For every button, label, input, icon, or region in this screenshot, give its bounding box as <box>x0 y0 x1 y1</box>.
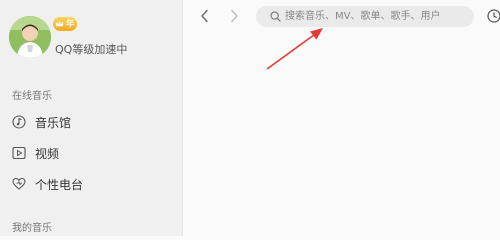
sidebar-item-video[interactable]: 视频 <box>12 143 59 163</box>
clock-icon[interactable] <box>486 8 500 24</box>
chevron-right-icon[interactable] <box>226 8 242 24</box>
video-icon <box>12 146 26 160</box>
avatar[interactable] <box>9 16 51 58</box>
vip-badge[interactable]: 年 <box>53 17 77 31</box>
search-icon[interactable] <box>270 11 281 22</box>
my-music-section-title: 我的音乐 <box>12 223 52 234</box>
sidebar-item-label: 音乐馆 <box>35 115 72 130</box>
vip-badge-text: 年 <box>66 19 74 28</box>
sidebar-item-music-hall[interactable]: 音乐馆 <box>12 112 71 132</box>
sidebar-item-radio[interactable]: 个性电台 <box>12 174 83 194</box>
crown-icon <box>55 20 64 27</box>
sidebar-item-label: 个性电台 <box>35 177 84 192</box>
online-music-section-title: 在线音乐 <box>12 91 52 102</box>
sidebar: 年 QQ等级加速中 在线音乐 音乐馆 视频 个性电台 我的音乐 <box>0 0 183 236</box>
chevron-left-icon[interactable] <box>197 8 213 24</box>
radio-icon <box>12 177 26 190</box>
annotation-arrow <box>266 28 323 70</box>
music-hall-icon <box>12 115 26 129</box>
sidebar-item-label: 视频 <box>35 146 60 161</box>
qq-level-status[interactable]: QQ等级加速中 <box>55 41 127 57</box>
